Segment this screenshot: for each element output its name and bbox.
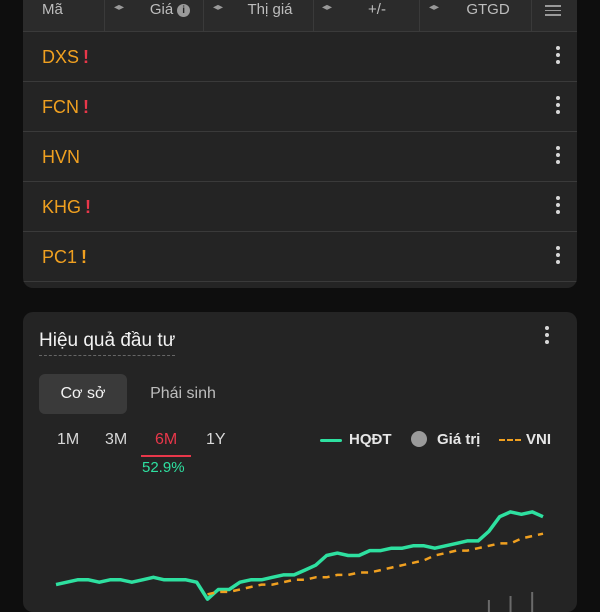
column-header-symbol[interactable]: Mã [42,0,82,32]
more-options-icon[interactable] [544,326,550,348]
legend-hqdt-swatch [320,439,342,442]
return-percentage: 52.9% [142,459,185,476]
more-options-icon[interactable] [555,246,561,268]
value-bar [531,592,534,612]
legend-vni[interactable]: VNI [526,430,551,450]
sort-arrows-icon[interactable]: ◂▸ [208,0,228,20]
column-header-price[interactable]: Giá i [135,0,205,32]
watchlist-card: Mã ◂▸ Giá i ◂▸ Thị giá ◂▸ +/- ◂▸ GTGD DXS… [23,0,577,288]
more-options-icon[interactable] [555,146,561,168]
more-options-icon[interactable] [555,196,561,218]
vni-line [207,532,544,596]
legend-value-swatch [411,431,427,447]
tab-phai-sinh[interactable]: Phái sinh [135,374,231,414]
column-header-value[interactable]: GTGD [448,0,528,32]
hqdt-line [55,510,544,601]
ticker-symbol: HVN [42,147,81,167]
legend-value[interactable]: Giá trị [437,430,480,450]
sort-arrows-icon[interactable]: ◂▸ [424,0,444,20]
more-options-icon[interactable] [555,46,561,68]
tab-co-so[interactable]: Cơ sở [39,374,127,414]
column-settings-icon[interactable] [545,5,561,16]
range-1m[interactable]: 1M [57,430,79,450]
table-row[interactable]: HVN [23,132,577,182]
warning-icon: ! [85,197,92,217]
sort-arrows-icon[interactable]: ◂▸ [109,0,129,20]
legend-hqdt[interactable]: HQĐT [349,430,392,450]
warning-icon: ! [83,47,90,67]
table-row[interactable]: PC1! [23,232,577,282]
ticker-symbol: DXS [42,47,80,67]
table-row[interactable]: DXS! [23,32,577,82]
more-options-icon[interactable] [555,96,561,118]
range-3m[interactable]: 3M [105,430,127,450]
ticker-symbol: FCN [42,97,79,117]
ticker-symbol: PC1 [42,247,78,267]
investment-performance-card: Hiệu quả đầu tư Cơ sở Phái sinh 1M 3M 6M… [23,312,577,612]
warning-icon: ! [81,247,88,267]
legend-vni-swatch [499,439,521,441]
table-row[interactable]: FCN! [23,82,577,132]
value-bar [509,596,512,612]
range-1y[interactable]: 1Y [206,430,226,450]
section-title: Hiệu quả đầu tư [39,329,176,356]
column-header-change[interactable]: +/- [337,0,417,32]
watchlist-header: Mã ◂▸ Giá i ◂▸ Thị giá ◂▸ +/- ◂▸ GTGD [23,0,577,32]
info-icon[interactable]: i [177,4,191,17]
sort-arrows-icon[interactable]: ◂▸ [317,0,337,20]
active-range-indicator [141,455,191,457]
warning-icon: ! [83,97,89,117]
value-bar [487,600,490,612]
ticker-symbol: KHG [42,197,82,217]
table-row[interactable]: KHG! [23,182,577,232]
column-header-market-price[interactable]: Thị giá [233,0,307,32]
performance-chart[interactable] [23,492,577,612]
range-6m[interactable]: 6M [155,430,177,450]
